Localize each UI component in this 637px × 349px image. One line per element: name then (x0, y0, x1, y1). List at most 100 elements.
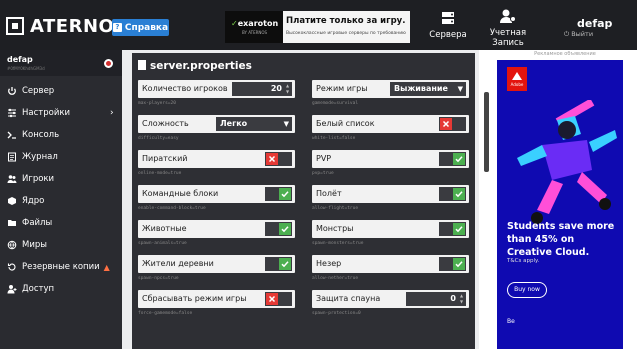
max-players-value: 20 (270, 84, 282, 93)
property-key: spawn-npcs=true (138, 276, 179, 281)
sidebar-username: defap (7, 55, 33, 64)
toggle-switch[interactable] (439, 117, 466, 131)
property-label: Пиратский (142, 154, 188, 163)
sidebar-server-header: defap #0fMY0KhdhGM3d (0, 50, 122, 76)
property-key: force-gamemode=false (138, 311, 193, 316)
max-players-input[interactable]: 20 ▲ ▼ (232, 82, 292, 96)
sidebar-item-label: Журнал (22, 152, 58, 162)
file-icon (138, 60, 146, 70)
sidebar-item-backups[interactable]: Резервные копии ▲ (0, 256, 122, 278)
toggle-on-icon (279, 188, 291, 200)
help-icon: ? (112, 23, 122, 32)
sidebar-item-access[interactable]: Доступ (0, 278, 122, 300)
toggle-switch[interactable] (265, 292, 292, 306)
nav-account[interactable]: Учетная Запись (486, 8, 530, 48)
number-stepper-icon[interactable]: ▲ ▼ (284, 83, 291, 95)
sidebar: defap #0fMY0KhdhGM3d Сервер Настройки › … (0, 50, 122, 349)
access-icon (7, 285, 17, 294)
property-label: Монстры (316, 224, 354, 233)
toggle-on-icon (453, 188, 465, 200)
property-animals: Животные spawn-animals=true (138, 220, 295, 246)
difficulty-value: Легко (220, 119, 248, 128)
adobe-logo-text: Adobe (510, 82, 524, 87)
sidebar-item-label: Файлы (22, 218, 53, 228)
exaroton-logo-sub: BY ATERNOS (242, 30, 268, 35)
sidebar-item-settings[interactable]: Настройки › (0, 102, 122, 124)
sidebar-item-label: Миры (22, 240, 47, 250)
sidebar-item-label: Резервные копии (22, 262, 100, 272)
toggle-switch[interactable] (265, 257, 292, 271)
sidebar-item-worlds[interactable]: Миры (0, 234, 122, 256)
sidebar-item-log[interactable]: Журнал (0, 146, 122, 168)
sidebar-item-players[interactable]: Игроки (0, 168, 122, 190)
spawn-protection-value: 0 (450, 294, 456, 303)
toggle-on-icon (279, 258, 291, 270)
top-bar: ATERNOS ? Справка ✓exaroton BY ATERNOS П… (0, 0, 637, 50)
ad-caption: Рекламное объявление (534, 51, 596, 57)
nav-servers[interactable]: Сервера (428, 10, 468, 40)
property-label: Защита спауна (316, 294, 381, 303)
spawn-protection-input[interactable]: 0 ▲ ▼ (406, 292, 466, 306)
toggle-switch[interactable] (439, 187, 466, 201)
property-max-players: Количество игроков 20 ▲ ▼ max-players=20 (138, 80, 295, 106)
toggle-on-icon (453, 153, 465, 165)
buy-now-button[interactable]: Buy now (507, 282, 547, 298)
help-label: Справка (124, 22, 169, 33)
ad-headline: Платите только за игру. (286, 16, 406, 26)
number-stepper-icon[interactable]: ▲ ▼ (458, 293, 465, 305)
property-label: Незер (316, 259, 342, 268)
aternos-logo-icon[interactable] (6, 17, 24, 35)
help-button[interactable]: ? Справка (112, 19, 169, 36)
sidebar-item-files[interactable]: Файлы (0, 212, 122, 234)
backup-icon (7, 263, 16, 271)
nav-servers-label: Сервера (429, 30, 467, 40)
toggle-switch[interactable] (439, 257, 466, 271)
toggle-switch[interactable] (265, 187, 292, 201)
toggle-on-icon (453, 223, 465, 235)
property-label: Белый список (316, 119, 375, 128)
ad-subline: Высококлассные игровые серверы по требов… (286, 31, 406, 36)
chevron-right-icon: › (110, 108, 114, 118)
header-username[interactable]: defap (577, 17, 612, 30)
page-scrollbar[interactable] (484, 92, 489, 172)
sidebar-server-id: #0fMY0KhdhGM3d (7, 66, 45, 71)
ad-footer-text: Be (507, 318, 515, 325)
warning-icon: ▲ (103, 262, 110, 272)
ad-headline: Students save more than 45% on Creative … (507, 221, 615, 258)
toggle-switch[interactable] (265, 222, 292, 236)
exaroton-logo: ✓exaroton BY ATERNOS (225, 11, 283, 43)
side-ad[interactable]: Рекламное объявление Adobe Students save… (493, 50, 637, 349)
log-icon (8, 152, 16, 162)
ad-terms: T&Cs apply. (507, 258, 540, 264)
adobe-ad[interactable]: Adobe Students save more than 45% on Cre… (497, 60, 623, 349)
sidebar-item-console[interactable]: Консоль (0, 124, 122, 146)
logout-link[interactable]: ⏻ Выйти (564, 30, 593, 39)
nav-account-label-1: Учетная (489, 28, 527, 38)
gamemode-select[interactable]: Выживание ▼ (390, 82, 466, 96)
sidebar-item-label: Консоль (22, 130, 60, 140)
difficulty-select[interactable]: Легко ▼ (216, 117, 292, 131)
property-gamemode: Режим игры Выживание ▼ gamemode=survival (312, 80, 469, 106)
property-key: gamemode=survival (312, 101, 359, 106)
toggle-switch[interactable] (439, 152, 466, 166)
servers-icon (442, 12, 454, 24)
users-icon (7, 175, 17, 183)
property-whitelist: Белый список white-list=false (312, 115, 469, 141)
property-label: Жители деревни (142, 259, 214, 268)
sidebar-item-server[interactable]: Сервер (0, 80, 122, 102)
top-ad-banner[interactable]: ✓exaroton BY ATERNOS Платите только за и… (225, 11, 410, 43)
toggle-switch[interactable] (439, 222, 466, 236)
property-label: Сбрасывать режим игры (142, 294, 247, 303)
property-key: enable-command-block=true (138, 206, 206, 211)
chevron-down-icon: ▼ (283, 120, 289, 128)
toggle-switch[interactable] (265, 152, 292, 166)
sidebar-item-label: Настройки (22, 108, 71, 118)
toggle-off-icon (266, 153, 278, 165)
sidebar-item-core[interactable]: Ядро (0, 190, 122, 212)
property-label: Режим игры (316, 84, 368, 93)
server-status-icon (104, 59, 113, 68)
property-key: pvp=true (312, 171, 334, 176)
property-key: spawn-monsters=true (312, 241, 364, 246)
chevron-down-icon: ▼ (457, 85, 463, 93)
property-pvp: PVP pvp=true (312, 150, 469, 176)
